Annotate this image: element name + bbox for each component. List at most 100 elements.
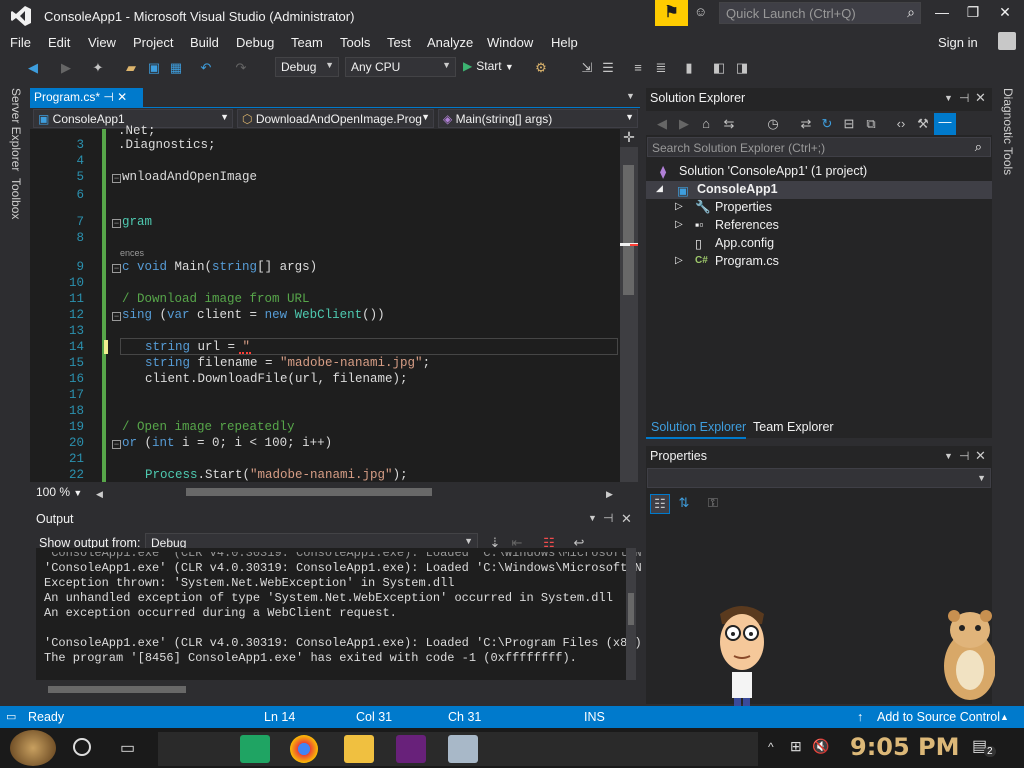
categorized-icon[interactable]: ☷ (650, 494, 670, 514)
alphabetical-icon[interactable]: ⇅ (675, 494, 693, 512)
zoom-level-select[interactable]: 100 % ▼ (36, 485, 82, 499)
output-hscroll-thumb[interactable] (48, 686, 186, 693)
start-menu-button[interactable] (10, 730, 56, 766)
codelens-references[interactable]: ences (120, 248, 144, 258)
network-icon[interactable]: ⊞ (790, 738, 802, 755)
prev-bookmark-icon[interactable]: ◧ (710, 59, 728, 77)
property-pages-icon[interactable]: ⚿ (704, 494, 722, 512)
history-icon[interactable]: ◷ (764, 115, 782, 133)
close-icon[interactable]: ✕ (621, 511, 632, 527)
chevron-up-icon[interactable]: ^ (768, 740, 774, 754)
collapse-icon[interactable]: − (112, 440, 121, 449)
cortana-icon[interactable] (73, 738, 91, 756)
properties-object-select[interactable]: ▼ (647, 468, 991, 488)
tree-item-app-config[interactable]: App.config (715, 236, 774, 250)
properties-wrench-icon[interactable]: ⚒ (914, 115, 932, 133)
tab-program-cs[interactable]: Program.cs* ⊣ ✕ (30, 88, 143, 108)
bookmark-icon[interactable]: ▮ (680, 59, 698, 77)
menu-edit[interactable]: Edit (48, 35, 70, 50)
menu-analyze[interactable]: Analyze (427, 35, 473, 50)
refresh-icon[interactable]: ↻ (818, 115, 836, 133)
expand-icon[interactable]: ◢ (656, 183, 663, 194)
sheets-app-icon[interactable] (240, 735, 270, 763)
pin-icon[interactable]: ⊣ (959, 91, 969, 105)
toolbox-tab[interactable]: Toolbox (9, 178, 23, 219)
comment-icon[interactable]: ≡ (629, 59, 647, 77)
tree-project[interactable]: ConsoleApp1 (697, 182, 778, 196)
output-dropdown-icon[interactable]: ▼ (588, 513, 597, 523)
tab-list-dropdown-icon[interactable]: ▼ (626, 91, 635, 101)
collapse-icon[interactable]: − (112, 219, 121, 228)
configuration-select[interactable]: Debug ▼ (275, 57, 339, 77)
member-dropdown[interactable]: ◈ Main(string[] args) ▼ (438, 109, 638, 128)
pending-changes-icon[interactable]: ⇄ (797, 115, 815, 133)
next-bookmark-icon[interactable]: ◨ (733, 59, 751, 77)
open-folder-icon[interactable]: ▰ (122, 59, 140, 77)
quick-launch-input[interactable]: Quick Launch (Ctrl+Q) ⌕ (719, 2, 921, 24)
save-all-icon[interactable]: ▦ (167, 59, 185, 77)
home-icon[interactable]: ⌂ (697, 115, 715, 133)
panel-dropdown-icon[interactable]: ▼ (944, 93, 953, 103)
show-all-files-icon[interactable]: ⧉ (862, 115, 880, 133)
minimize-button[interactable]: — (927, 4, 957, 24)
chevron-right-icon[interactable]: ▷ (675, 255, 683, 266)
save-icon[interactable]: ▣ (145, 59, 163, 77)
uncomment-icon[interactable]: ≣ (652, 59, 670, 77)
forward-icon[interactable]: ▶ (57, 59, 75, 77)
new-project-icon[interactable]: ✦ (89, 59, 107, 77)
close-icon[interactable]: ✕ (117, 90, 127, 104)
menu-view[interactable]: View (88, 35, 116, 50)
redo-icon[interactable]: ↷ (232, 59, 250, 77)
code-view-icon[interactable]: ‹› (892, 115, 910, 133)
volume-muted-icon[interactable]: 🔇 (812, 738, 829, 755)
collapse-all-icon[interactable]: ⊟ (840, 115, 858, 133)
class-dropdown[interactable]: ⬡ DownloadAndOpenImage.Prog ▼ (237, 109, 434, 128)
scrollbar-thumb[interactable] (623, 165, 634, 295)
close-icon[interactable]: ✕ (975, 90, 986, 106)
preview-selected-icon[interactable]: — (934, 113, 956, 135)
panel-dropdown-icon[interactable]: ▼ (944, 451, 953, 461)
tree-item-references[interactable]: References (715, 218, 779, 232)
task-view-icon[interactable]: ▭ (120, 738, 135, 758)
back-icon[interactable]: ◀ (653, 115, 671, 133)
split-icon[interactable]: ✛ (620, 129, 638, 147)
collapse-icon[interactable]: − (112, 174, 121, 183)
menu-team[interactable]: Team (291, 35, 323, 50)
avatar[interactable] (998, 32, 1016, 50)
notifications-flag-icon[interactable]: ⚑ (655, 0, 688, 26)
browser-link-icon[interactable]: ⚙ (532, 59, 550, 77)
start-button[interactable]: ▶ Start ▼ (463, 59, 514, 73)
horizontal-scrollbar-thumb[interactable] (186, 488, 432, 496)
menu-tools[interactable]: Tools (340, 35, 370, 50)
chevron-up-icon[interactable]: ▲ (1000, 712, 1009, 722)
close-window-button[interactable]: ✕ (990, 4, 1020, 24)
menu-project[interactable]: Project (133, 35, 173, 50)
menu-test[interactable]: Test (387, 35, 411, 50)
sync-icon[interactable]: ⇆ (720, 115, 738, 133)
feedback-icon[interactable]: ☺ (694, 4, 714, 22)
pin-icon[interactable]: ⊣ (959, 449, 969, 463)
add-to-source-control-button[interactable]: Add to Source Control (877, 710, 1000, 724)
chevron-right-icon[interactable]: ▷ (675, 201, 683, 212)
menu-window[interactable]: Window (487, 35, 533, 50)
align-icon[interactable]: ☰ (599, 59, 617, 77)
collapse-icon[interactable]: − (112, 312, 121, 321)
tab-team-explorer[interactable]: Team Explorer (753, 420, 834, 434)
file-explorer-icon[interactable] (344, 735, 374, 763)
menu-build[interactable]: Build (190, 35, 219, 50)
tree-item-properties[interactable]: Properties (715, 200, 772, 214)
maximize-button[interactable]: ❐ (958, 4, 988, 24)
notepad-app-icon[interactable] (448, 735, 478, 763)
menu-file[interactable]: File (10, 35, 31, 50)
taskbar-clock[interactable]: 9:05 PM (850, 733, 960, 761)
server-explorer-tab[interactable]: Server Explorer (9, 88, 23, 171)
platform-select[interactable]: Any CPU ▼ (345, 57, 456, 77)
tab-solution-explorer[interactable]: Solution Explorer (651, 420, 746, 434)
scroll-left-icon[interactable]: ◀ (96, 489, 106, 500)
chrome-app-icon[interactable] (290, 735, 318, 763)
output-scrollbar-thumb[interactable] (628, 593, 634, 625)
chevron-right-icon[interactable]: ▷ (675, 219, 683, 230)
menu-debug[interactable]: Debug (236, 35, 274, 50)
back-icon[interactable]: ◀ (24, 59, 42, 77)
solution-search-input[interactable]: Search Solution Explorer (Ctrl+;) ⌕ (647, 137, 991, 157)
